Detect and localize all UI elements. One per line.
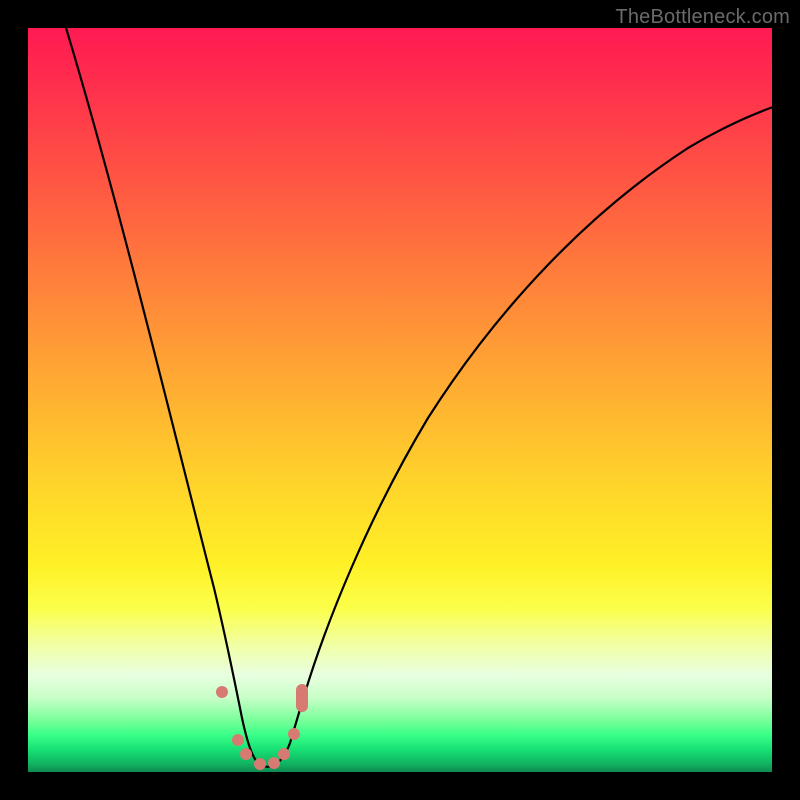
bottleneck-curve bbox=[28, 28, 772, 772]
plot-area bbox=[28, 28, 772, 772]
curve-left bbox=[63, 28, 242, 718]
watermark-text: TheBottleneck.com bbox=[615, 6, 790, 29]
curve-right bbox=[304, 104, 772, 696]
chart-frame: TheBottleneck.com bbox=[0, 0, 800, 800]
